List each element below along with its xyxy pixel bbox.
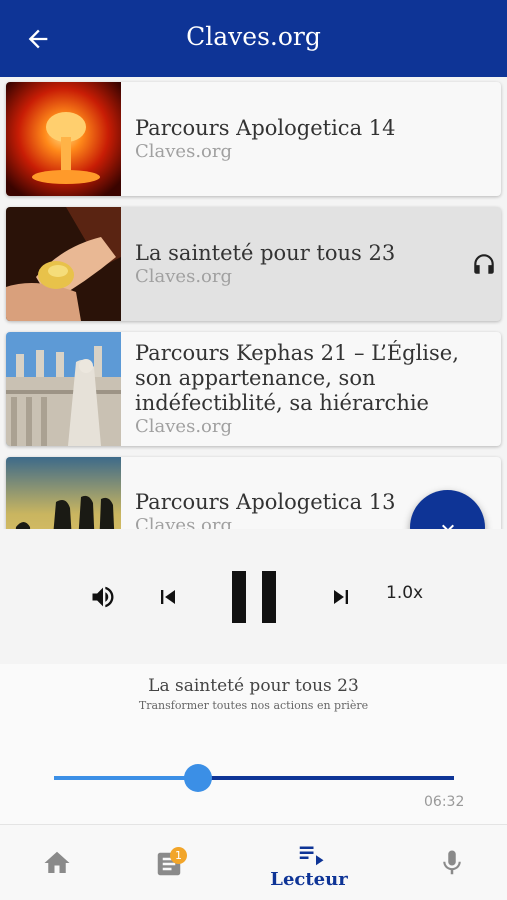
- episode-list[interactable]: Parcours Apologetica 14 Claves.org La sa…: [0, 77, 507, 529]
- nuclear-explosion-image: [6, 82, 121, 196]
- now-playing-subtitle: Transformer toutes nos actions en prière: [138, 699, 369, 712]
- item-source: Claves.org: [135, 265, 233, 287]
- remaining-time: 06:32: [424, 794, 465, 810]
- skip-previous-icon[interactable]: [154, 583, 182, 611]
- player-controls: 1.0x: [0, 529, 507, 664]
- pause-icon[interactable]: [228, 567, 280, 627]
- home-icon[interactable]: [42, 848, 72, 878]
- app-title: Claves.org: [186, 22, 321, 51]
- item-source: Claves.org: [135, 140, 233, 162]
- silhouettes-sunset-image: [6, 457, 121, 529]
- hands-holding-bread-image: [6, 207, 121, 321]
- seek-bar-thumb[interactable]: [184, 764, 212, 792]
- list-item[interactable]: Parcours Apologetica 14 Claves.org: [6, 82, 501, 196]
- volume-icon[interactable]: [89, 583, 117, 611]
- playlist-play-icon[interactable]: [295, 839, 327, 869]
- list-item[interactable]: Parcours Kephas 21 – L’Église, son appar…: [6, 332, 501, 446]
- seek-bar[interactable]: [54, 764, 454, 792]
- notification-badge: 1: [170, 847, 187, 864]
- item-title: Parcours Apologetica 14: [135, 115, 396, 140]
- bottom-navigation: 1 Lecteur: [0, 824, 507, 900]
- now-playing-title: La sainteté pour tous 23: [148, 676, 359, 696]
- app-bar: Claves.org: [0, 0, 507, 77]
- skip-next-icon[interactable]: [327, 583, 355, 611]
- nav-label-lecteur[interactable]: Lecteur: [264, 869, 354, 890]
- basilica-statues-image: [6, 332, 121, 446]
- seek-bar-progress: [54, 776, 198, 780]
- playback-speed-button[interactable]: 1.0x: [386, 583, 423, 603]
- microphone-icon[interactable]: [437, 848, 467, 878]
- item-title: La sainteté pour tous 23: [135, 240, 396, 265]
- item-title: Parcours Kephas 21 – L’Église, son appar…: [135, 340, 459, 415]
- headphones-icon: [474, 254, 494, 274]
- item-source: Claves.org: [135, 415, 233, 437]
- now-playing-panel: La sainteté pour tous 23 Transformer tou…: [0, 664, 507, 824]
- list-item-playing[interactable]: La sainteté pour tous 23 Claves.org: [6, 207, 501, 321]
